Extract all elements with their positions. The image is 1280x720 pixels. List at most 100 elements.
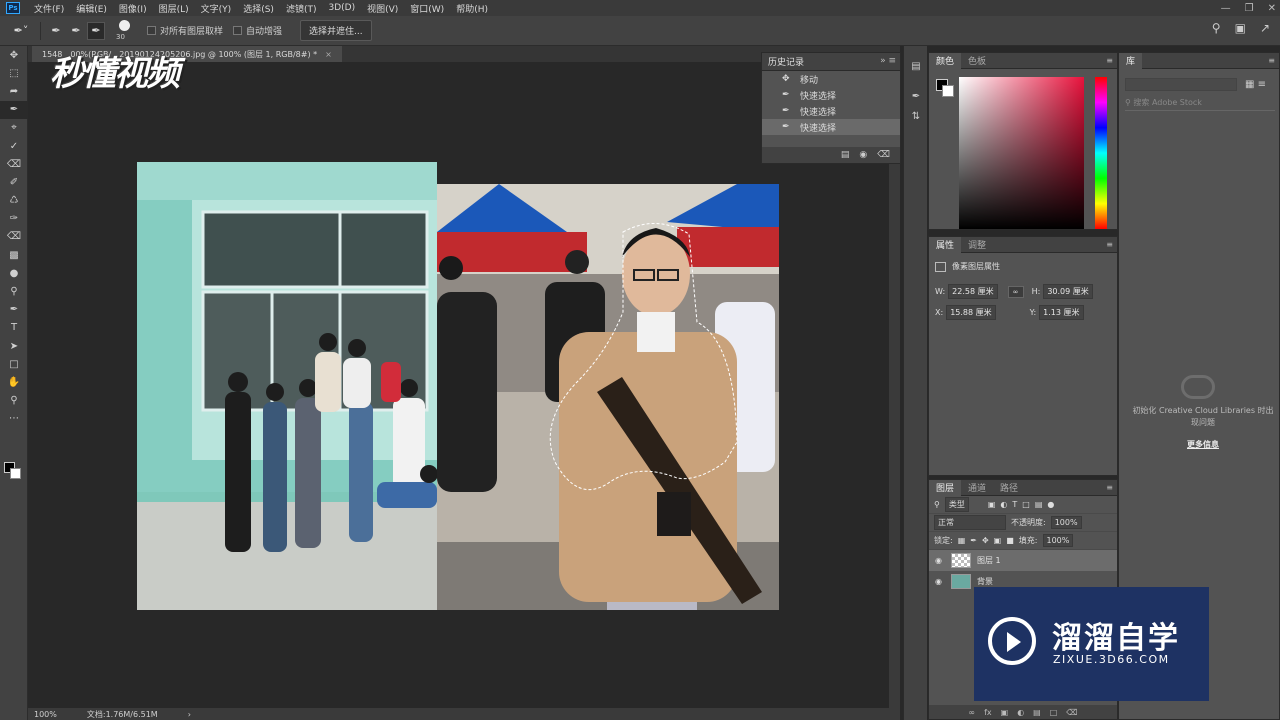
close-icon[interactable]: ✕ — [1268, 3, 1276, 14]
panel-menu-icon[interactable]: ≡ — [1106, 483, 1113, 492]
marquee-tool-icon[interactable]: ⬚ — [0, 64, 28, 82]
color-field[interactable] — [959, 77, 1084, 229]
pen-tool-icon[interactable]: ✒ — [0, 301, 28, 319]
document-size[interactable]: 文档:1.76M/6.51M — [87, 709, 158, 720]
filter-type-select[interactable]: 类型 — [944, 497, 969, 512]
add-mask-icon[interactable]: ▣ — [1001, 708, 1009, 717]
stock-search-input[interactable]: ⚲ 搜索 Adobe Stock — [1125, 97, 1275, 111]
zoom-tool-icon[interactable]: ⚲ — [0, 392, 28, 410]
filter-toggle-icon[interactable]: ● — [1047, 500, 1054, 509]
background-color-swatch[interactable] — [10, 468, 21, 479]
filter-smart-object-icon[interactable]: ▤ — [1035, 500, 1043, 509]
subtract-selection-button[interactable]: ✒ — [87, 21, 105, 40]
restore-icon[interactable]: ❐ — [1245, 3, 1254, 14]
status-expand-icon[interactable]: › — [188, 710, 191, 719]
panel-menu-icon[interactable]: ≡ — [1268, 56, 1275, 65]
layer-row-layer1[interactable]: ◉ 图层 1 — [929, 550, 1117, 571]
eye-icon[interactable]: ◉ — [935, 556, 945, 565]
panel-menu-icon[interactable]: ≡ — [1106, 56, 1113, 65]
zoom-level[interactable]: 100% — [34, 710, 57, 719]
library-select[interactable] — [1125, 78, 1237, 91]
snapshot-camera-icon[interactable]: ◉ — [859, 150, 867, 160]
menu-3d[interactable]: 3D(D) — [322, 3, 361, 13]
x-input[interactable]: 15.88 厘米 — [946, 305, 996, 320]
tab-paths[interactable]: 路径 — [993, 480, 1025, 496]
new-selection-button[interactable]: ✒ — [47, 22, 65, 40]
history-item[interactable]: ✥ 移动 — [762, 71, 900, 87]
gradient-tool-icon[interactable]: ▩ — [0, 246, 28, 264]
blend-mode-select[interactable]: 正常 — [934, 515, 1006, 530]
menu-help[interactable]: 帮助(H) — [450, 2, 494, 15]
tab-color[interactable]: 颜色 — [929, 52, 962, 69]
menu-type[interactable]: 文字(Y) — [195, 2, 238, 15]
lock-paint-icon[interactable]: ✒ — [970, 536, 977, 545]
panel-menu-icon[interactable]: » ≡ — [880, 56, 896, 66]
tab-adjustments[interactable]: 调整 — [961, 237, 993, 253]
hand-tool-icon[interactable]: ✋ — [0, 373, 28, 391]
filter-type-icon[interactable]: T — [1012, 500, 1017, 509]
menu-layer[interactable]: 图层(L) — [153, 2, 195, 15]
brush-tool-icon[interactable]: ✐ — [0, 173, 28, 191]
lock-position-icon[interactable]: ✥ — [982, 536, 989, 545]
history-tab[interactable]: 历史记录 — [768, 55, 804, 68]
eye-icon[interactable]: ◉ — [935, 577, 945, 586]
adjustment-layer-icon[interactable]: ◐ — [1017, 708, 1024, 717]
eyedropper-tool-icon[interactable]: ✓ — [0, 137, 28, 155]
move-tool-icon[interactable]: ✥ — [0, 46, 28, 64]
rectangle-tool-icon[interactable]: □ — [0, 355, 28, 373]
history-item[interactable]: ✒ 快速选择 — [762, 119, 900, 135]
trash-icon[interactable]: ⌫ — [877, 150, 890, 160]
filter-adjustment-icon[interactable]: ◐ — [1000, 500, 1007, 509]
fill-input[interactable]: 100% — [1042, 534, 1074, 547]
add-to-selection-button[interactable]: ✒ — [67, 22, 85, 40]
opacity-input[interactable]: 100% — [1050, 516, 1082, 529]
dodge-tool-icon[interactable]: ⚲ — [0, 282, 28, 300]
brush-size-picker[interactable]: 30 — [113, 19, 137, 43]
clone-stamp-tool-icon[interactable]: ♺ — [0, 192, 28, 210]
share-icon[interactable]: ↗ — [1260, 21, 1270, 35]
menu-view[interactable]: 视图(V) — [361, 2, 404, 15]
lock-artboard-icon[interactable]: ▣ — [994, 536, 1002, 545]
new-layer-icon[interactable]: □ — [1050, 708, 1058, 717]
minimize-icon[interactable]: — — [1221, 3, 1231, 14]
new-document-from-state-icon[interactable]: ▤ — [841, 150, 850, 160]
brush-panel-icon[interactable]: ✒ — [904, 86, 928, 106]
tab-swatches[interactable]: 色板 — [961, 53, 993, 69]
tab-properties[interactable]: 属性 — [929, 236, 962, 253]
menu-image[interactable]: 图像(I) — [113, 2, 153, 15]
lasso-tool-icon[interactable]: ➦ — [0, 82, 28, 100]
height-input[interactable]: 30.09 厘米 — [1043, 284, 1093, 299]
close-tab-icon[interactable]: × — [325, 50, 332, 59]
history-item[interactable]: ✒ 快速选择 — [762, 103, 900, 119]
history-panel-icon[interactable]: ▤ — [904, 56, 928, 76]
width-input[interactable]: 22.58 厘米 — [948, 284, 998, 299]
more-tools-icon[interactable]: ⋯ — [0, 410, 28, 428]
healing-brush-tool-icon[interactable]: ⌫ — [0, 155, 28, 173]
search-icon[interactable]: ⚲ — [1212, 21, 1221, 35]
tool-preset-picker[interactable]: ✒ ˅ — [8, 21, 34, 41]
menu-filter[interactable]: 滤镜(T) — [280, 2, 323, 15]
menu-window[interactable]: 窗口(W) — [404, 2, 450, 15]
tab-libraries[interactable]: 库 — [1119, 52, 1143, 69]
sample-all-layers-checkbox[interactable] — [147, 26, 156, 35]
link-dimensions-icon[interactable]: ∞ — [1007, 285, 1024, 298]
grid-view-icon[interactable]: ▦ ≡ — [1245, 79, 1266, 90]
menu-select[interactable]: 选择(S) — [237, 2, 280, 15]
lock-transparent-icon[interactable]: ▦ — [958, 536, 966, 545]
trash-icon[interactable]: ⌫ — [1066, 708, 1077, 717]
link-layers-icon[interactable]: ∞ — [968, 708, 975, 717]
blur-tool-icon[interactable]: ● — [0, 264, 28, 282]
filter-pixel-icon[interactable]: ▣ — [988, 500, 996, 509]
filter-shape-icon[interactable]: □ — [1022, 500, 1030, 509]
background-color-swatch[interactable] — [942, 85, 954, 97]
type-tool-icon[interactable]: T — [0, 319, 28, 337]
tab-layers[interactable]: 图层 — [929, 479, 962, 496]
document-canvas[interactable] — [137, 162, 779, 610]
quick-selection-tool-icon[interactable]: ✒ — [0, 100, 28, 119]
path-selection-tool-icon[interactable]: ➤ — [0, 337, 28, 355]
layer-style-icon[interactable]: fx — [984, 708, 992, 717]
lock-all-icon[interactable]: ■ — [1006, 536, 1014, 545]
more-info-link[interactable]: 更多信息 — [1131, 439, 1275, 450]
panel-menu-icon[interactable]: ≡ — [1106, 240, 1113, 249]
select-and-mask-button[interactable]: 选择并遮住... — [300, 20, 372, 41]
